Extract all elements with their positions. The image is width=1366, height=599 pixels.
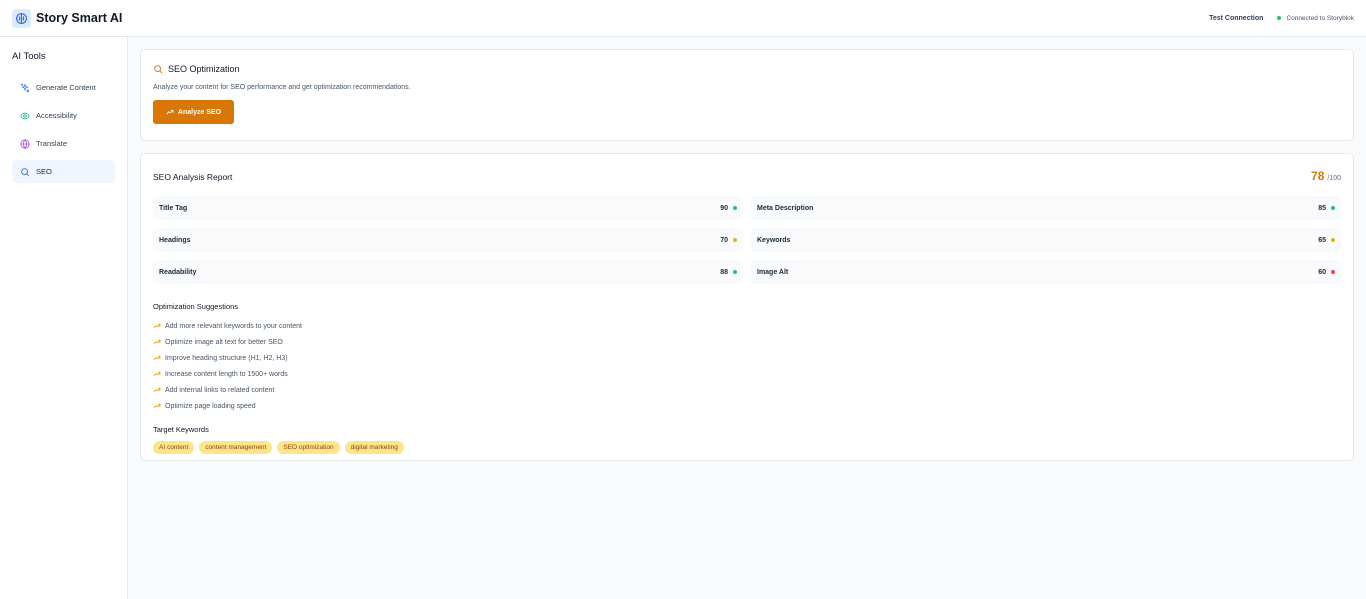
connection-status-label: Connected to Storyblok bbox=[1286, 14, 1354, 22]
metric-title-tag: Title Tag 90 bbox=[153, 196, 743, 220]
report-title: SEO Analysis Report bbox=[153, 172, 233, 182]
sparkles-icon bbox=[20, 82, 30, 93]
metric-label: Title Tag bbox=[159, 204, 188, 212]
sidebar-item-label: Translate bbox=[36, 139, 67, 148]
trending-up-icon bbox=[153, 323, 161, 329]
metric-value: 60 bbox=[1318, 268, 1326, 276]
suggestion-text: Optimize page loading speed bbox=[165, 402, 256, 410]
score-max: /100 bbox=[1327, 175, 1341, 182]
metric-label: Meta Description bbox=[757, 204, 814, 212]
list-item: Improve heading structure (H1, H2, H3) bbox=[153, 350, 1341, 366]
keywords-title: Target Keywords bbox=[153, 425, 209, 434]
list-item: Add more relevant keywords to your conte… bbox=[153, 318, 1341, 334]
status-dot-icon bbox=[1331, 238, 1335, 242]
seo-card-description: Analyze your content for SEO performance… bbox=[153, 84, 411, 91]
list-item: Increase content length to 1500+ words bbox=[153, 366, 1341, 382]
keyword-tag: content management bbox=[199, 441, 273, 454]
sidebar-item-label: SEO bbox=[36, 167, 52, 176]
search-icon bbox=[154, 65, 163, 74]
sidebar: AI Tools Generate Content Accessibility … bbox=[0, 37, 128, 599]
trending-up-icon bbox=[153, 387, 161, 393]
trending-up-icon bbox=[153, 371, 161, 377]
suggestions-title: Optimization Suggestions bbox=[153, 302, 239, 311]
suggestion-text: Add internal links to related content bbox=[165, 386, 275, 394]
eye-icon bbox=[20, 112, 30, 119]
seo-optimization-card: SEO Optimization Analyze your content fo… bbox=[140, 49, 1354, 141]
metric-value: 70 bbox=[720, 236, 728, 244]
connection-status: Connected to Storyblok bbox=[1277, 15, 1354, 22]
metric-keywords: Keywords 65 bbox=[751, 228, 1341, 252]
metric-label: Image Alt bbox=[757, 268, 789, 276]
search-icon bbox=[21, 167, 30, 176]
metric-readability: Readability 88 bbox=[153, 260, 743, 284]
test-connection-button[interactable]: Test Connection bbox=[1209, 15, 1263, 22]
keyword-tag: SEO optimization bbox=[277, 441, 340, 454]
metric-value: 65 bbox=[1318, 236, 1326, 244]
seo-report-card: SEO Analysis Report 78 /100 Title Tag 90… bbox=[140, 153, 1354, 461]
metrics-grid: Title Tag 90 Meta Description 85 Heading… bbox=[153, 196, 1341, 284]
metric-meta-description: Meta Description 85 bbox=[751, 196, 1341, 220]
sidebar-item-seo[interactable]: SEO bbox=[12, 160, 115, 183]
suggestions-list: Add more relevant keywords to your conte… bbox=[153, 318, 1341, 414]
trending-up-icon bbox=[166, 109, 174, 115]
metric-label: Readability bbox=[159, 268, 197, 276]
app-title: Story Smart AI bbox=[36, 11, 123, 25]
trending-up-icon bbox=[153, 403, 161, 409]
status-dot-icon bbox=[1277, 16, 1282, 20]
metric-value: 85 bbox=[1318, 204, 1326, 212]
trending-up-icon bbox=[153, 355, 161, 361]
score-value: 78 bbox=[1311, 169, 1325, 183]
analyze-seo-button[interactable]: Analyze SEO bbox=[153, 100, 234, 124]
globe-icon bbox=[20, 138, 30, 149]
suggestion-text: Optimize image alt text for better SEO bbox=[165, 338, 283, 346]
sidebar-item-label: Accessibility bbox=[36, 111, 77, 120]
status-dot-icon bbox=[1331, 270, 1335, 274]
list-item: Optimize image alt text for better SEO bbox=[153, 334, 1341, 350]
status-dot-icon bbox=[733, 238, 737, 242]
metric-label: Keywords bbox=[757, 236, 791, 244]
seo-card-title: SEO Optimization bbox=[168, 64, 240, 74]
sidebar-item-translate[interactable]: Translate bbox=[12, 132, 115, 155]
sidebar-item-generate-content[interactable]: Generate Content bbox=[12, 76, 115, 99]
overall-score: 78 /100 bbox=[1311, 169, 1341, 183]
status-dot-icon bbox=[1331, 206, 1335, 210]
keyword-tag: AI content bbox=[153, 441, 195, 454]
list-item: Add internal links to related content bbox=[153, 382, 1341, 398]
analyze-seo-button-label: Analyze SEO bbox=[177, 108, 222, 116]
keyword-tag: digital marketing bbox=[344, 441, 404, 454]
metric-value: 90 bbox=[720, 204, 728, 212]
sidebar-title: AI Tools bbox=[12, 51, 46, 62]
metric-image-alt: Image Alt 60 bbox=[751, 260, 1341, 284]
metric-headings: Headings 70 bbox=[153, 228, 743, 252]
metric-label: Headings bbox=[159, 236, 191, 244]
sidebar-item-accessibility[interactable]: Accessibility bbox=[12, 104, 115, 127]
suggestion-text: Add more relevant keywords to your conte… bbox=[165, 322, 302, 330]
suggestion-text: Increase content length to 1500+ words bbox=[165, 370, 288, 378]
suggestion-text: Improve heading structure (H1, H2, H3) bbox=[165, 354, 288, 362]
metric-value: 88 bbox=[720, 268, 728, 276]
trending-up-icon bbox=[153, 339, 161, 345]
status-dot-icon bbox=[733, 270, 737, 274]
brain-logo-icon bbox=[12, 8, 31, 28]
list-item: Optimize page loading speed bbox=[153, 398, 1341, 414]
status-dot-icon bbox=[733, 206, 737, 210]
sidebar-item-label: Generate Content bbox=[36, 83, 96, 92]
app-header: Story Smart AI Test Connection Connected… bbox=[0, 0, 1366, 37]
keywords-list: AI content content management SEO optimi… bbox=[153, 441, 1341, 454]
